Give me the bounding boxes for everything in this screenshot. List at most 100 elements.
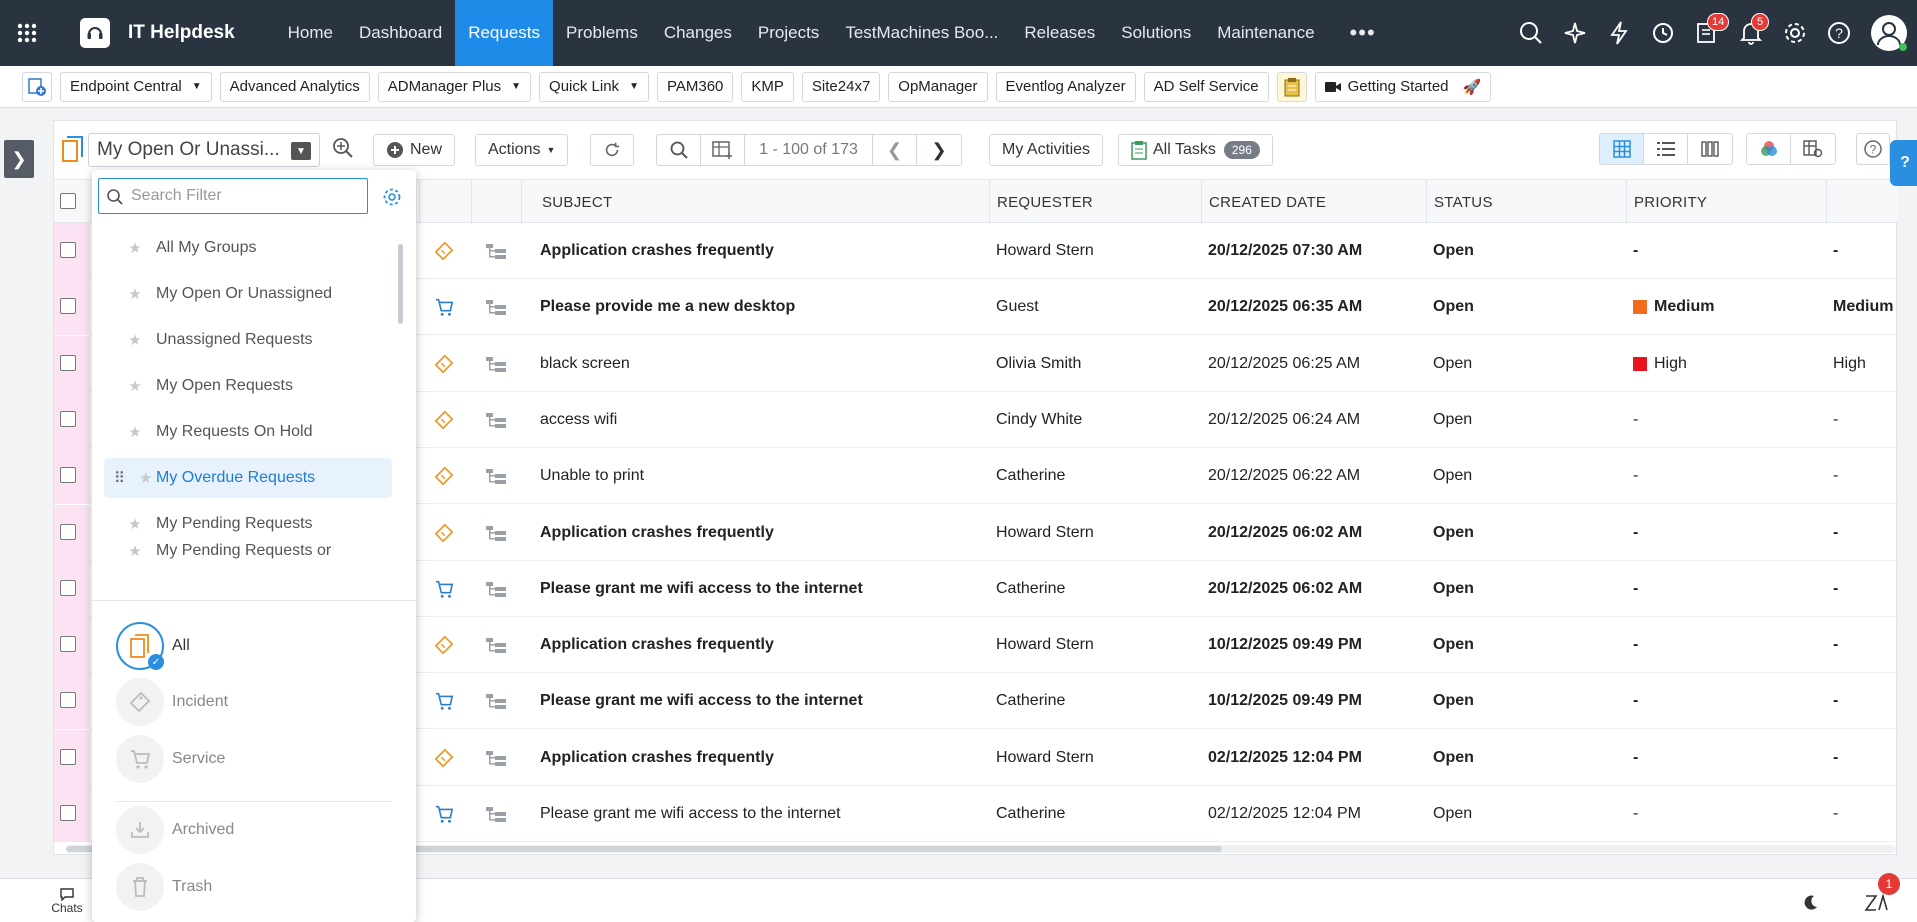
quicklink-ad-self-service[interactable]: AD Self Service — [1143, 71, 1269, 102]
trash-item[interactable]: Trash — [116, 861, 376, 913]
tab-problems[interactable]: Problems — [553, 0, 651, 66]
tab-maintenance[interactable]: Maintenance — [1204, 0, 1327, 66]
tab-changes[interactable]: Changes — [651, 0, 745, 66]
star-icon[interactable]: ★ — [104, 331, 156, 349]
type-all[interactable]: ✓ All — [116, 620, 376, 672]
archived-item[interactable]: Archived — [116, 804, 376, 856]
row-checkbox[interactable] — [60, 579, 76, 596]
help-icon[interactable]: ? — [1856, 133, 1890, 165]
search-icon[interactable] — [1509, 0, 1553, 66]
tab-home[interactable]: Home — [275, 0, 346, 66]
drag-handle-icon[interactable]: ⠿ ★ — [104, 469, 156, 487]
quicklink-quick-link[interactable]: Quick Link ▼ — [539, 71, 649, 102]
star-icon[interactable]: ★ — [129, 470, 152, 487]
user-avatar-icon[interactable] — [1861, 0, 1917, 66]
filter-item-my-requests-on-hold[interactable]: ★ My Requests On Hold — [104, 412, 392, 452]
subject-cell[interactable]: Application crashes frequently — [540, 223, 980, 279]
star-icon[interactable]: ★ — [104, 515, 156, 533]
quicklink-advanced-analytics[interactable]: Advanced Analytics — [219, 71, 370, 102]
tree-view-icon[interactable] — [481, 617, 511, 673]
tree-view-icon[interactable] — [481, 786, 511, 842]
subject-cell[interactable]: black screen — [540, 336, 980, 392]
tab-requests[interactable]: Requests — [455, 0, 554, 66]
row-checkbox[interactable] — [60, 467, 76, 484]
search-icon[interactable] — [657, 135, 701, 165]
zia-assistant-icon[interactable]: 1 — [1860, 873, 1900, 917]
tree-view-icon[interactable] — [481, 392, 511, 448]
view-selector[interactable]: My Open Or Unassi... ▼ — [88, 133, 320, 167]
subject-cell[interactable]: Application crashes frequently — [540, 505, 980, 561]
actions-button[interactable]: Actions ▼ — [475, 134, 569, 166]
row-checkbox[interactable] — [60, 354, 76, 371]
next-page-icon[interactable]: ❯ — [917, 135, 961, 165]
tasks-icon[interactable]: 14 — [1685, 0, 1730, 66]
gear-icon[interactable] — [1773, 0, 1817, 66]
subject-cell[interactable]: Please provide me a new desktop — [540, 279, 980, 335]
tab-dashboard[interactable]: Dashboard — [346, 0, 455, 66]
select-all-checkbox[interactable] — [60, 193, 76, 209]
tree-view-icon[interactable] — [481, 730, 511, 786]
row-checkbox[interactable] — [60, 748, 76, 765]
lightning-icon[interactable] — [1597, 0, 1641, 66]
quicklink-admanager-plus[interactable]: ADManager Plus ▼ — [377, 71, 532, 102]
subject-cell[interactable]: access wifi — [540, 392, 980, 448]
filter-item-my-pending-requests-or[interactable]: ★ My Pending Requests or — [104, 542, 392, 570]
previous-page-icon[interactable]: ❮ — [873, 135, 917, 165]
refresh-button[interactable] — [590, 134, 634, 166]
column-view-icon[interactable] — [1688, 134, 1732, 164]
help-icon[interactable]: ? — [1817, 0, 1861, 66]
quicklink-kmp[interactable]: KMP — [741, 71, 794, 102]
subject-cell[interactable]: Application crashes frequently — [540, 617, 980, 673]
column-created-date[interactable]: CREATED DATE — [1201, 180, 1426, 224]
column-subject[interactable]: SUBJECT — [521, 180, 989, 224]
tab-solutions[interactable]: Solutions — [1108, 0, 1204, 66]
history-icon[interactable] — [1641, 0, 1685, 66]
row-checkbox[interactable] — [60, 805, 76, 821]
quicklink-site24x7[interactable]: Site24x7 — [801, 71, 881, 102]
filter-search-input[interactable]: Search Filter — [98, 178, 368, 214]
add-quicklink-icon[interactable] — [22, 71, 52, 102]
getting-started-button[interactable]: Getting Started 🚀 — [1314, 71, 1492, 102]
filter-item-my-overdue-requests[interactable]: ⠿ ★ My Overdue Requests — [104, 458, 392, 498]
column-chooser-icon[interactable] — [701, 135, 745, 165]
row-checkbox[interactable] — [60, 242, 76, 258]
quicklink-eventlog-analyzer[interactable]: Eventlog Analyzer — [995, 71, 1136, 102]
type-incident[interactable]: Incident — [116, 676, 376, 728]
clipboard-icon[interactable] — [1276, 71, 1307, 102]
filter-item-my-pending-requests[interactable]: ★ My Pending Requests — [104, 504, 392, 544]
ai-sparkle-icon[interactable] — [1553, 0, 1597, 66]
color-palette-icon[interactable] — [1747, 134, 1791, 164]
tree-view-icon[interactable] — [481, 448, 511, 504]
filter-list-scrollbar[interactable] — [398, 244, 403, 324]
more-tabs-icon[interactable]: ••• — [1328, 0, 1398, 66]
grid-view-icon[interactable] — [1600, 134, 1644, 164]
tree-view-icon[interactable] — [481, 336, 511, 392]
search-filter-icon[interactable] — [330, 135, 356, 166]
quicklink-pam360[interactable]: PAM360 — [656, 71, 734, 102]
view-type-icon[interactable] — [62, 135, 84, 168]
apps-grid-icon[interactable] — [0, 0, 54, 66]
row-checkbox[interactable] — [60, 410, 76, 427]
bell-icon[interactable]: 5 — [1729, 0, 1773, 66]
subject-cell[interactable]: Please grant me wifi access to the inter… — [540, 786, 980, 842]
chats-button[interactable]: Chats — [44, 885, 90, 915]
filter-item-all-my-groups[interactable]: ★ All My Groups — [104, 228, 392, 268]
row-checkbox[interactable] — [60, 298, 76, 315]
help-side-tab[interactable]: ? — [1890, 140, 1917, 186]
tab-projects[interactable]: Projects — [745, 0, 832, 66]
quicklink-opmanager[interactable]: OpManager — [888, 71, 988, 102]
subject-cell[interactable]: Please grant me wifi access to the inter… — [540, 673, 980, 729]
star-icon[interactable]: ★ — [104, 423, 156, 441]
tree-view-icon[interactable] — [481, 673, 511, 729]
tree-view-icon[interactable] — [481, 223, 511, 279]
tab-releases[interactable]: Releases — [1011, 0, 1108, 66]
filter-settings-gear-icon[interactable] — [382, 187, 402, 212]
column-requester[interactable]: REQUESTER — [989, 180, 1201, 224]
tree-view-icon[interactable] — [481, 561, 511, 617]
tree-view-icon[interactable] — [481, 279, 511, 335]
type-service[interactable]: Service — [116, 733, 376, 785]
subject-cell[interactable]: Unable to print — [540, 448, 980, 504]
subject-cell[interactable]: Application crashes frequently — [540, 730, 980, 786]
filter-item-unassigned-requests[interactable]: ★ Unassigned Requests — [104, 320, 392, 360]
my-activities-button[interactable]: My Activities — [989, 134, 1104, 166]
